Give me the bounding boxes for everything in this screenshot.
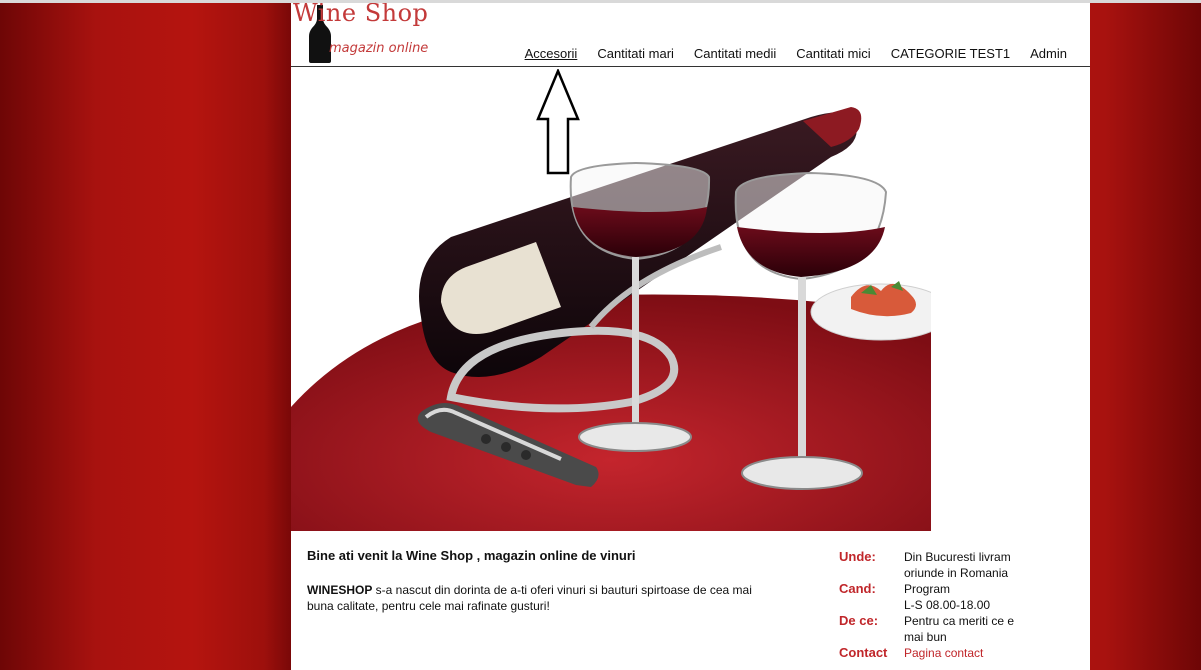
up-arrow-annotation-icon: [536, 69, 580, 175]
cand-value-line-1: Program: [904, 582, 951, 596]
dece-label: De ce:: [839, 613, 879, 628]
welcome-section: Bine ati venit la Wine Shop , magazin on…: [307, 548, 777, 614]
logo-title: Wine Shop: [293, 3, 429, 27]
nav-item-accesorii[interactable]: Accesorii: [525, 46, 578, 61]
site-logo[interactable]: Wine Shop magazin online: [291, 3, 441, 63]
dece-value: Pentru ca meriti ce e mai bun: [904, 614, 1015, 644]
welcome-brand: WINESHOP: [307, 583, 373, 597]
nav-item-cantitati-mari[interactable]: Cantitati mari: [597, 46, 674, 61]
main-navigation: Accesorii Cantitati mari Cantitati medii…: [505, 46, 1067, 61]
hero-wine-image: [291, 67, 931, 531]
cand-label: Cand:: [839, 581, 876, 596]
info-row-cand: Cand: Program L-S 08.00-18.00: [839, 581, 1039, 613]
logo-subtitle: magazin online: [329, 41, 429, 56]
nav-item-admin[interactable]: Admin: [1030, 46, 1067, 61]
unde-value: Din Bucuresti livram oriunde in Romania: [904, 550, 1011, 580]
info-row-contact: Contact Pagina contact: [839, 645, 1039, 661]
nav-item-categorie-test1[interactable]: CATEGORIE TEST1: [891, 46, 1010, 61]
contact-label: Contact: [839, 645, 888, 660]
welcome-body: s-a nascut din dorinta de a-ti oferi vin…: [307, 583, 752, 613]
cand-value: Program L-S 08.00-18.00: [904, 581, 1034, 613]
cand-value-line-2: L-S 08.00-18.00: [904, 598, 991, 612]
contact-link[interactable]: Pagina contact: [904, 645, 1034, 661]
nav-item-cantitati-mici[interactable]: Cantitati mici: [796, 46, 870, 61]
welcome-text: WINESHOP s-a nascut din dorinta de a-ti …: [307, 582, 777, 614]
unde-label: Unde:: [839, 549, 876, 564]
page-container: Wine Shop magazin online Accesorii Canti…: [291, 3, 1090, 670]
nav-item-cantitati-medii[interactable]: Cantitati medii: [694, 46, 776, 61]
info-panel: Unde: Din Bucuresti livram oriunde in Ro…: [839, 549, 1039, 661]
info-row-dece: De ce: Pentru ca meriti ce e mai bun: [839, 613, 1039, 645]
info-row-unde: Unde: Din Bucuresti livram oriunde in Ro…: [839, 549, 1039, 581]
welcome-heading: Bine ati venit la Wine Shop , magazin on…: [307, 548, 636, 563]
